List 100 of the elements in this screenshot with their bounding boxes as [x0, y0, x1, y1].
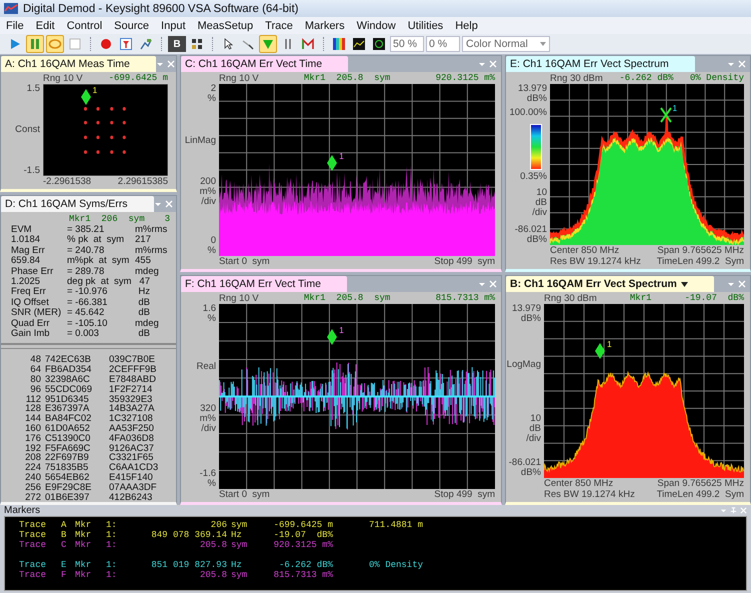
stat-label: Gain Imb: [11, 329, 51, 340]
panel-tab[interactable]: C: Ch1 16QAM Err Vect Time: [181, 56, 348, 72]
menu-item[interactable]: Window: [350, 20, 402, 32]
menu-item[interactable]: Help: [449, 20, 484, 32]
dropdown-icon[interactable]: [154, 200, 162, 208]
symbol-index: 224: [24, 463, 41, 474]
percent-field[interactable]: 0 %: [426, 36, 460, 52]
panel-tab[interactable]: B: Ch1 16QAM Err Vect Spectrum: [506, 276, 714, 292]
hex-word: 1F2F2714: [109, 384, 154, 395]
hex-word: 55CDC069: [45, 384, 93, 395]
record-icon: [99, 37, 113, 51]
marker-diamond-icon[interactable]: [327, 155, 338, 172]
stat-label: EVM: [11, 225, 33, 235]
hex-word: 32398A6C: [45, 375, 90, 385]
menu-item[interactable]: Source: [108, 20, 156, 32]
stat-label: IQ Offset: [11, 298, 50, 308]
panel-tab[interactable]: F: Ch1 16QAM Err Vect Time: [181, 276, 347, 292]
close-icon[interactable]: [738, 280, 746, 288]
pause-icon: [28, 37, 42, 51]
constellation-point: [122, 136, 126, 140]
hex-word: 07AAA3DF: [109, 482, 158, 493]
dropdown-icon[interactable]: [156, 60, 164, 68]
footer-label: Center 850 MHz: [544, 478, 614, 489]
loop-icon: [48, 37, 62, 51]
stat-value: = 289.78: [67, 266, 106, 277]
symbol-index: 272: [24, 492, 41, 502]
close-icon[interactable]: [164, 200, 173, 208]
marker-diamond-icon[interactable]: [80, 88, 90, 105]
marker-diamond-icon[interactable]: [327, 329, 338, 346]
stat-unit: dB: [137, 329, 151, 340]
close-icon[interactable]: [489, 60, 497, 68]
dropdown-icon[interactable]: [727, 60, 735, 68]
dropdown-icon[interactable]: [720, 507, 727, 514]
constellation-point: [96, 120, 100, 124]
marker-readout: Trace E Mkr 1: 851 019 827.93 Hz -6.262 dB% 0% Density: [19, 560, 424, 570]
hex-word: 1C327108: [109, 414, 153, 424]
close-icon[interactable]: [738, 60, 746, 68]
marker-readout: Trace C Mkr 1: 205.8 sym 920.3125 m%: [19, 540, 334, 550]
caret-icon[interactable]: [680, 282, 688, 286]
stat-label: 659.84: [11, 256, 42, 267]
constellation-point: [110, 107, 114, 111]
axis-label: 100.00%: [509, 108, 547, 118]
symbol-index: 80: [29, 375, 41, 385]
window-title: Digital Demod - Keysight 89600 VSA Software (64-bit): [23, 2, 298, 14]
menu-item[interactable]: Control: [60, 20, 108, 32]
constellation-point: [110, 150, 114, 154]
marker-label: 1: [92, 84, 98, 95]
marker-label: 1: [672, 102, 678, 113]
stat-value: deg pk at sym: [67, 277, 132, 288]
constellation-point: [96, 107, 100, 111]
percent-field[interactable]: 50 %: [390, 36, 424, 52]
trace-view-icon: [352, 37, 366, 51]
menu-item[interactable]: Trace: [259, 20, 299, 32]
pin-icon[interactable]: [730, 507, 737, 514]
toolbar-button[interactable]: [330, 35, 348, 53]
panel-tab[interactable]: E: Ch1 16QAM Err Vect Spectrum: [506, 56, 695, 72]
grid-icon: [190, 37, 204, 51]
stat-value: = -105.10: [67, 318, 108, 329]
caret-icon: [540, 42, 546, 46]
axis-label: -1.5: [24, 166, 40, 176]
hex-word: 951D6345: [45, 394, 89, 404]
marker-readout: Mkr1: [630, 293, 652, 303]
constellation-point: [122, 120, 126, 124]
hex-word: BA84FC02: [45, 414, 92, 424]
constellation-point: [84, 107, 88, 111]
menu-item[interactable]: Utilities: [402, 20, 450, 32]
close-icon[interactable]: [489, 280, 497, 288]
constellation-point: [122, 107, 126, 111]
dropdown-icon[interactable]: [478, 280, 486, 288]
menu-item[interactable]: File: [0, 20, 30, 32]
hex-word: 359329E3: [109, 394, 152, 404]
menu-item[interactable]: Input: [155, 20, 192, 32]
marker-value: 0% Density: [690, 73, 744, 83]
marker-readout: -699.6425 m: [108, 73, 168, 83]
range-label: Rng 10 V: [219, 292, 259, 304]
stat-value: = 240.78: [67, 246, 106, 256]
toolbar-button[interactable]: [370, 35, 388, 53]
menu-item[interactable]: MeasSetup: [192, 20, 260, 32]
stat-unit: dB: [137, 308, 151, 319]
toolbar-button[interactable]: B: [168, 36, 186, 52]
dropdown-icon[interactable]: [478, 60, 486, 68]
panel-tab[interactable]: D: Ch1 16QAM Syms/Errs: [1, 196, 154, 212]
chart-icon: [139, 37, 153, 51]
close-icon[interactable]: [166, 60, 175, 68]
menu-item[interactable]: Edit: [30, 20, 61, 32]
close-icon[interactable]: [740, 507, 747, 514]
footer-label: TimeLen 499.2 Sym: [656, 489, 744, 500]
color-dropdown[interactable]: Color Normal: [462, 36, 550, 52]
toolbar-button[interactable]: [350, 35, 368, 53]
hex-word: 742EC63B: [45, 355, 91, 366]
marker-x-icon[interactable]: [660, 106, 672, 123]
panel-tab[interactable]: A: Ch1 16QAM Meas Time: [1, 56, 156, 72]
color-map-icon: [332, 37, 346, 51]
constellation-point: [110, 136, 114, 140]
axis-label: -86.021 dB%: [514, 225, 547, 245]
marker-readout: Trace A Mkr 1: 206 sym -699.6425 m 711.4881 m: [19, 520, 424, 530]
dropdown-icon[interactable]: [727, 280, 735, 288]
stat-value: = -66.381: [67, 298, 108, 308]
menu-item[interactable]: Markers: [298, 20, 351, 32]
marker-diamond-icon[interactable]: [595, 342, 605, 359]
